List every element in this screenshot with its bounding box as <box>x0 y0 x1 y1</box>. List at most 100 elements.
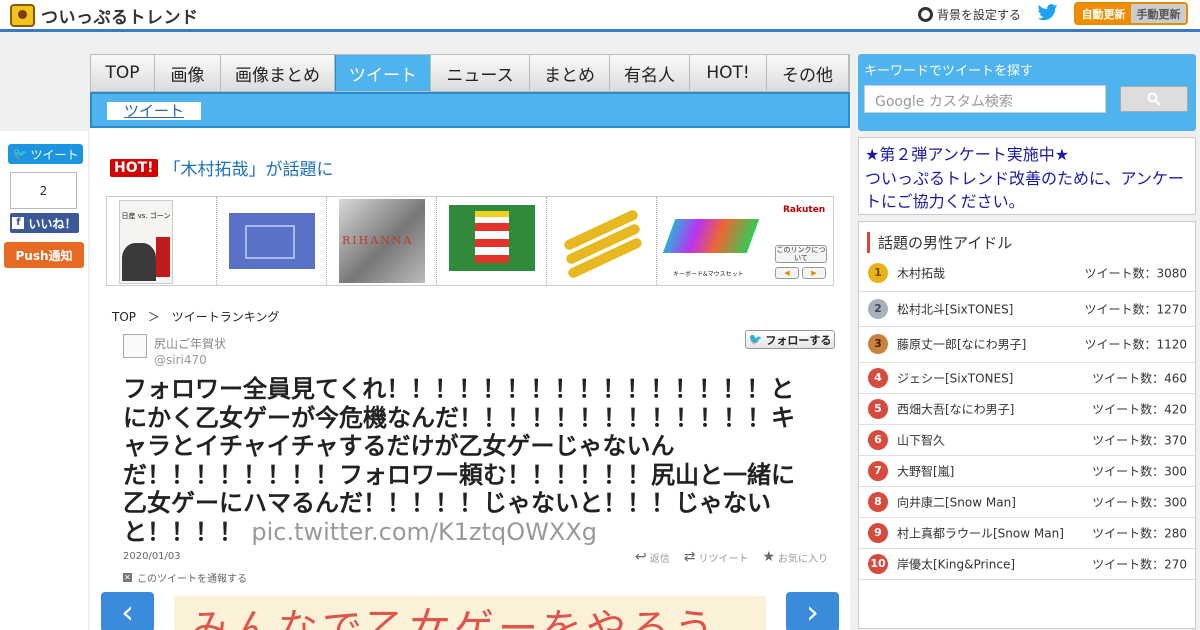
sub-nav-bar: ツイート <box>90 92 850 128</box>
rank-name[interactable]: 藤原丈一郎[なにわ男子] <box>897 336 1026 353</box>
rank-count: ツイート数：460 <box>1092 371 1187 385</box>
rank-name[interactable]: 岸優太[King&Prince] <box>897 555 1015 572</box>
tweet-user-name[interactable]: 尻山ご年賀状 <box>154 335 226 352</box>
search-input[interactable]: Google カスタム検索 <box>864 85 1106 113</box>
book-title-text: 日産 vs. ゴーン <box>121 212 171 220</box>
list-item[interactable]: 9 村上真都ラウール[Snow Man] ツイート数：280 <box>859 518 1195 549</box>
rakuten-logo: Rakuten <box>783 205 826 215</box>
list-item[interactable]: 7 大野智[嵐] ツイート数：300 <box>859 456 1195 487</box>
ad-barricade-image[interactable] <box>437 197 547 285</box>
list-item[interactable]: 3 藤原丈一郎[なにわ男子] ツイート数：1120 <box>859 327 1195 363</box>
rank-count: ツイート数：420 <box>1092 402 1187 416</box>
hot-topic-text[interactable]: 「木村拓哉」が話題に <box>164 155 334 180</box>
reply-icon: ↩ <box>635 549 647 565</box>
breadcrumb-top-link[interactable]: TOP <box>112 310 136 324</box>
ad-rihanna-album-image[interactable]: RIHANNA <box>327 197 437 285</box>
retweet-label: リツイート <box>698 553 749 565</box>
tab-images[interactable]: 画像 <box>155 55 221 91</box>
ad-acrylic-image[interactable] <box>217 197 327 285</box>
tab-hot[interactable]: HOT! <box>690 55 767 91</box>
site-logo[interactable]: ついっぷるトレンド <box>10 3 199 28</box>
retweet-action[interactable]: ⇄ リツイート <box>684 549 749 565</box>
rank-badge: 7 <box>868 460 888 481</box>
list-item[interactable]: 5 西畑大吾[なにわ男子] ツイート数：420 <box>859 394 1195 425</box>
tweet-user-handle[interactable]: @siri470 <box>154 353 207 367</box>
breadcrumb-current: ツイートランキング <box>171 310 280 324</box>
twitter-bird-icon[interactable] <box>1036 4 1059 22</box>
main-nav-tabs: TOP 画像 画像まとめ ツイート ニュース まとめ 有名人 HOT! その他 <box>90 54 850 92</box>
list-item[interactable]: 1 木村拓哉 ツイート数：3080 <box>859 256 1195 292</box>
list-item[interactable]: 6 山下智久 ツイート数：370 <box>859 425 1195 456</box>
rank-badge: 4 <box>868 367 888 388</box>
close-icon: ✕ <box>123 573 132 582</box>
rank-name[interactable]: 向井康二[Snow Man] <box>897 493 1016 510</box>
report-tweet-label: このツイートを通報する <box>137 574 247 585</box>
ad-prev-button[interactable]: ◀ <box>775 267 799 279</box>
background-setting-link[interactable]: 背景を設定する <box>918 6 1021 23</box>
manual-update-button[interactable]: 手動更新 <box>1131 4 1186 23</box>
rank-badge: 9 <box>868 522 888 543</box>
tab-image-summary[interactable]: 画像まとめ <box>221 55 335 91</box>
rank-name[interactable]: 山下智久 <box>897 431 945 448</box>
sub-tab-tweets[interactable]: ツイート <box>107 102 201 120</box>
tab-top[interactable]: TOP <box>91 55 155 91</box>
list-item[interactable]: 8 向井康二[Snow Man] ツイート数：300 <box>859 487 1195 518</box>
tweet-image-preview[interactable]: みんなで乙女ゲーをやろう <box>174 596 766 630</box>
ad-keyboard-rakuten[interactable]: キーボード&マウスセット Rakuten このリンクについて ◀ ▶ <box>657 197 833 285</box>
tab-matome[interactable]: まとめ <box>530 55 610 91</box>
slider-prev-button[interactable]: ‹ <box>101 592 154 630</box>
hot-topic[interactable]: HOT! 「木村拓哉」が話題に <box>110 155 334 180</box>
rank-count: ツイート数：300 <box>1092 464 1187 478</box>
ad-book-image[interactable]: 日産 vs. ゴーン <box>107 197 217 285</box>
list-item[interactable]: 2 松村北斗[SixTONES] ツイート数：1270 <box>859 292 1195 327</box>
list-item[interactable]: 10 岸優太[King&Prince] ツイート数：270 <box>859 549 1195 580</box>
rank-name[interactable]: 大野智[嵐] <box>897 462 954 479</box>
rank-name[interactable]: ジェシー[SixTONES] <box>897 369 1013 386</box>
tab-other[interactable]: その他 <box>767 55 849 91</box>
rank-count: ツイート数：1120 <box>1084 337 1187 352</box>
breadcrumb-separator: ＞ <box>147 310 160 324</box>
search-button[interactable] <box>1120 86 1188 112</box>
ad-next-button[interactable]: ▶ <box>802 267 826 279</box>
ad-image-row: 日産 vs. ゴーン RIHANNA キーボード&マウスセット Rakuten <box>106 196 834 286</box>
tab-tweets[interactable]: ツイート <box>335 55 431 91</box>
rank-count: ツイート数：280 <box>1092 526 1187 540</box>
favorite-action[interactable]: ★ お気に入り <box>762 549 828 565</box>
tweet-share-label: ツイート <box>30 147 79 162</box>
rank-name[interactable]: 木村拓哉 <box>897 265 945 282</box>
reply-action[interactable]: ↩ 返信 <box>635 549 670 565</box>
user-avatar[interactable] <box>123 334 147 358</box>
share-panel: 🐦 ツイート 2 f いいね！ Push通知 <box>0 131 88 630</box>
rank-name[interactable]: 村上真都ラウール[Snow Man] <box>897 524 1064 541</box>
twitter-bird-follow-icon: 🐦 <box>748 333 763 346</box>
keyboard-caption: キーボード&マウスセット <box>673 271 744 278</box>
push-notification-button[interactable]: Push通知 <box>4 242 84 268</box>
tweet-search-box: キーワードでツイートを探す Google カスタム検索 <box>858 54 1196 131</box>
tab-news[interactable]: ニュース <box>431 55 530 91</box>
tweet-share-button[interactable]: 🐦 ツイート <box>8 144 83 164</box>
site-header: ついっぷるトレンド 背景を設定する 自動更新 手動更新 <box>0 0 1200 32</box>
ad-info-link[interactable]: このリンクについて <box>775 245 827 263</box>
tab-celebrities[interactable]: 有名人 <box>610 55 690 91</box>
facebook-icon: f <box>12 217 25 229</box>
tweet-date[interactable]: 2020/01/03 <box>123 551 181 562</box>
rank-badge: 2 <box>868 298 888 319</box>
update-mode-toggle[interactable]: 自動更新 手動更新 <box>1074 2 1188 25</box>
survey-banner[interactable]: ★第２弾アンケート実施中★ ついっぷるトレンド改善のために、アンケートにご協力く… <box>858 137 1196 215</box>
chevron-right-icon: › <box>806 593 819 630</box>
twitter-follow-button[interactable]: 🐦 フォローする <box>745 330 835 349</box>
survey-text[interactable]: ★第２弾アンケート実施中★ ついっぷるトレンド改善のために、アンケートにご協力く… <box>865 143 1189 214</box>
slider-next-button[interactable]: › <box>786 592 839 630</box>
rank-name[interactable]: 松村北斗[SixTONES] <box>897 300 1013 317</box>
auto-update-button[interactable]: 自動更新 <box>1076 4 1131 23</box>
list-item[interactable]: 4 ジェシー[SixTONES] ツイート数：460 <box>859 363 1195 394</box>
facebook-like-button[interactable]: f いいね！ <box>10 213 79 233</box>
tweet-pic-link[interactable]: pic.twitter.com/K1ztqOWXXg <box>251 518 597 546</box>
rank-name[interactable]: 西畑大吾[なにわ男子] <box>897 400 1014 417</box>
report-tweet-link[interactable]: ✕ このツイートを通報する <box>123 570 247 585</box>
rank-count: ツイート数：300 <box>1092 495 1187 509</box>
rank-count: ツイート数：370 <box>1092 433 1187 447</box>
ad-yellow-item-image[interactable] <box>547 197 657 285</box>
rank-badge: 1 <box>868 263 888 284</box>
tweet-text: フォロワー全員見てくれ！！！！！！！！！！！！！！！！とにかく乙女ゲーが今危機な… <box>123 375 813 546</box>
